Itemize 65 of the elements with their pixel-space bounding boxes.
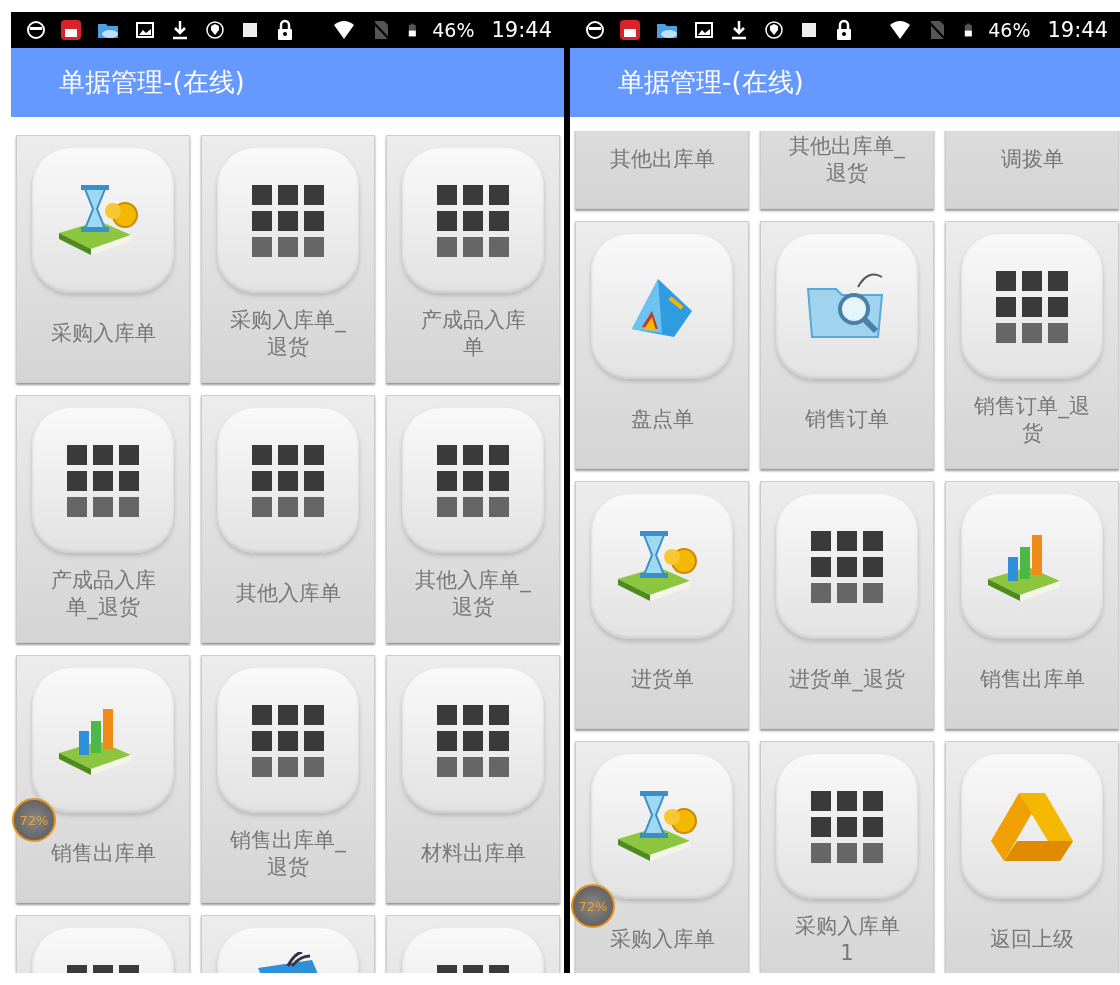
clock: 19:44 xyxy=(491,18,552,42)
progress-badge[interactable]: 72% xyxy=(571,884,615,928)
grid-icon xyxy=(252,704,324,777)
menu-tile[interactable]: 采购入库单_退货 xyxy=(201,135,375,383)
menu-tile[interactable]: 盘点单 xyxy=(575,221,749,469)
grid-icon xyxy=(996,270,1068,343)
page-title: 单据管理-(在线) xyxy=(618,66,804,99)
battery-percent: 46% xyxy=(988,19,1031,41)
app-icon xyxy=(60,19,82,41)
menu-tile[interactable]: 材料出库单 xyxy=(386,655,560,903)
grid-icon xyxy=(252,184,324,257)
grid-icon xyxy=(437,444,509,517)
tile-label: 销售出库单_退货 xyxy=(229,826,347,881)
tile-label: 采购入库单_退货 xyxy=(229,306,347,361)
tile-label: 其他出库单_退货 xyxy=(788,132,906,187)
clock: 19:44 xyxy=(1047,18,1108,42)
menu-tile[interactable]: 销售订单 xyxy=(760,221,934,469)
menu-tile[interactable]: 产成品入库单_退货 xyxy=(16,395,190,643)
image-icon xyxy=(134,19,156,41)
menu-tile[interactable]: 采购入库单 xyxy=(16,135,190,383)
tile-label: 其他入库单 xyxy=(235,580,341,607)
tile-label: 进货单 xyxy=(630,666,694,693)
menu-tile[interactable]: 其他入库单 xyxy=(201,395,375,643)
tile-label: 其他入库单_退货 xyxy=(414,566,532,621)
image-icon xyxy=(693,19,715,41)
tile-label: 返回上级 xyxy=(990,926,1074,953)
grid-icon xyxy=(811,530,883,603)
progress-badge[interactable]: 72% xyxy=(12,798,56,842)
tile-label: 产成品入库单 xyxy=(419,306,527,361)
menu-tile[interactable]: 返回上级 xyxy=(945,741,1119,973)
tool-icon xyxy=(258,952,318,973)
shield-icon xyxy=(204,19,226,41)
menu-tile[interactable]: 其他出库单_退货 xyxy=(760,131,934,209)
menu-tile[interactable]: 调拨单 xyxy=(945,131,1119,209)
tile-label: 采购入库单 xyxy=(609,926,715,953)
tile-label: 销售出库单 xyxy=(50,840,156,867)
menu-tile[interactable]: 其他入库单_退货 xyxy=(386,395,560,643)
grid-icon xyxy=(437,704,509,777)
tile-label: 材料出库单 xyxy=(420,840,526,867)
menu-tile[interactable]: 进货单_退货 xyxy=(760,481,934,729)
menu-tile[interactable]: 进货单 xyxy=(575,481,749,729)
menu-tile[interactable]: 销售出库单 xyxy=(945,481,1119,729)
app-icon xyxy=(619,19,641,41)
tile-label: 产成品入库单_退货 xyxy=(49,566,157,621)
tile-label: 其他出库单 xyxy=(609,146,715,173)
menu-tile[interactable]: 采购入库单1 xyxy=(760,741,934,973)
grid-icon xyxy=(67,444,139,517)
page-title: 单据管理-(在线) xyxy=(59,66,245,99)
tile-label: 销售订单_退货 xyxy=(973,392,1091,447)
tile-label: 盘点单 xyxy=(630,406,694,433)
tile-label: 销售出库单 xyxy=(979,666,1085,693)
tile-label: 采购入库单1 xyxy=(793,912,901,967)
shield-icon xyxy=(763,19,785,41)
grid-icon xyxy=(437,184,509,257)
menu-tile[interactable]: 销售出库单_退货 xyxy=(201,655,375,903)
grid-icon xyxy=(811,790,883,863)
menu-tile[interactable]: 产成品入库单 xyxy=(386,135,560,383)
grid-icon xyxy=(252,444,324,517)
battery-percent: 46% xyxy=(432,19,475,41)
tile-label: 采购入库单 xyxy=(50,320,156,347)
menu-tile[interactable]: 其他出库单 xyxy=(575,131,749,209)
tile-label: 进货单_退货 xyxy=(789,666,905,693)
tile-label: 调拨单 xyxy=(1000,146,1064,173)
tile-label: 销售订单 xyxy=(805,406,889,433)
menu-tile[interactable]: 销售订单_退货 xyxy=(945,221,1119,469)
